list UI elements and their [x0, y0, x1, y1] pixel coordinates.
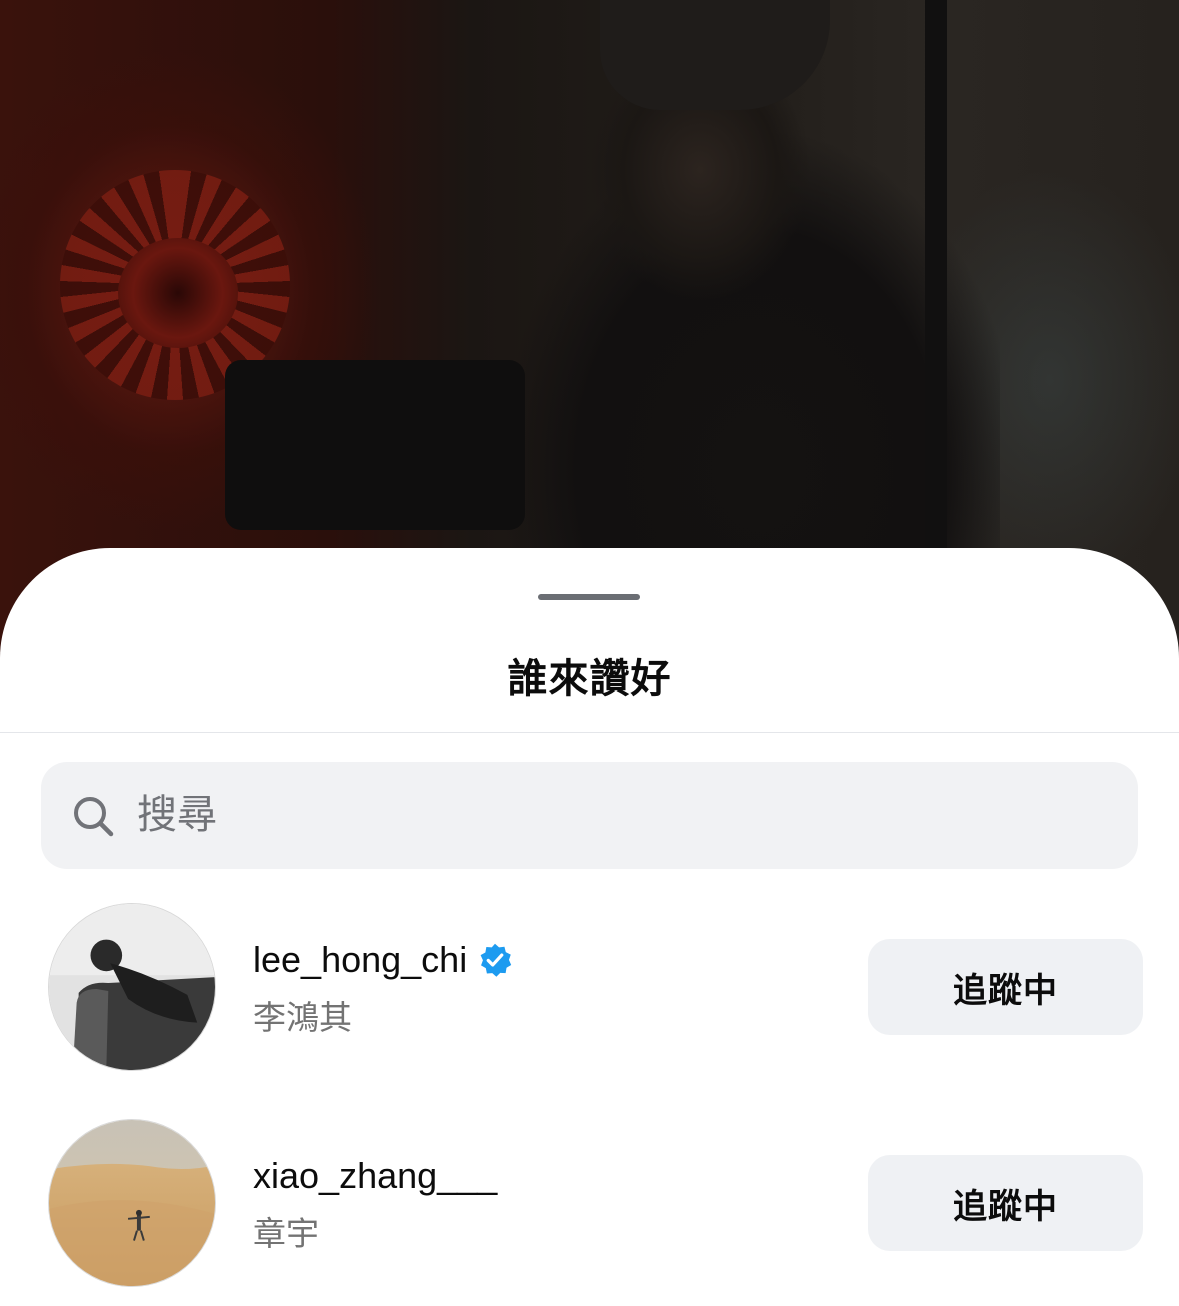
username-line: lee_hong_chi [253, 939, 513, 981]
search-input[interactable] [137, 762, 1097, 869]
camera-silhouette [225, 360, 525, 530]
username[interactable]: lee_hong_chi [253, 939, 467, 981]
full-name: 章宇 [253, 1215, 319, 1252]
search-bar[interactable] [41, 762, 1138, 869]
likes-bottom-sheet: 誰來讚好 lee_hong_chi 李鴻其 [0, 548, 1179, 1306]
sheet-title: 誰來讚好 [507, 657, 672, 701]
avatar[interactable] [48, 1119, 216, 1287]
full-name: 李鴻其 [253, 999, 352, 1036]
username[interactable]: xiao_zhang___ [253, 1155, 497, 1197]
avatar[interactable] [48, 903, 216, 1071]
search-icon [74, 797, 114, 837]
liker-row[interactable]: lee_hong_chi 李鴻其 追蹤中 [0, 903, 1179, 1073]
tapestry-center [118, 238, 238, 348]
username-line: xiao_zhang___ [253, 1155, 497, 1197]
following-button[interactable]: 追蹤中 [868, 1155, 1143, 1251]
liker-row[interactable]: xiao_zhang___ 章宇 追蹤中 [0, 1119, 1179, 1289]
avatar-photo-desert [49, 1120, 215, 1286]
header-divider [0, 732, 1179, 733]
rig-pole [925, 0, 947, 560]
avatar-photo-bw [49, 904, 215, 1070]
verified-badge-icon [480, 943, 512, 977]
following-button[interactable]: 追蹤中 [868, 939, 1143, 1035]
sheet-grabber-handle[interactable] [538, 594, 640, 600]
